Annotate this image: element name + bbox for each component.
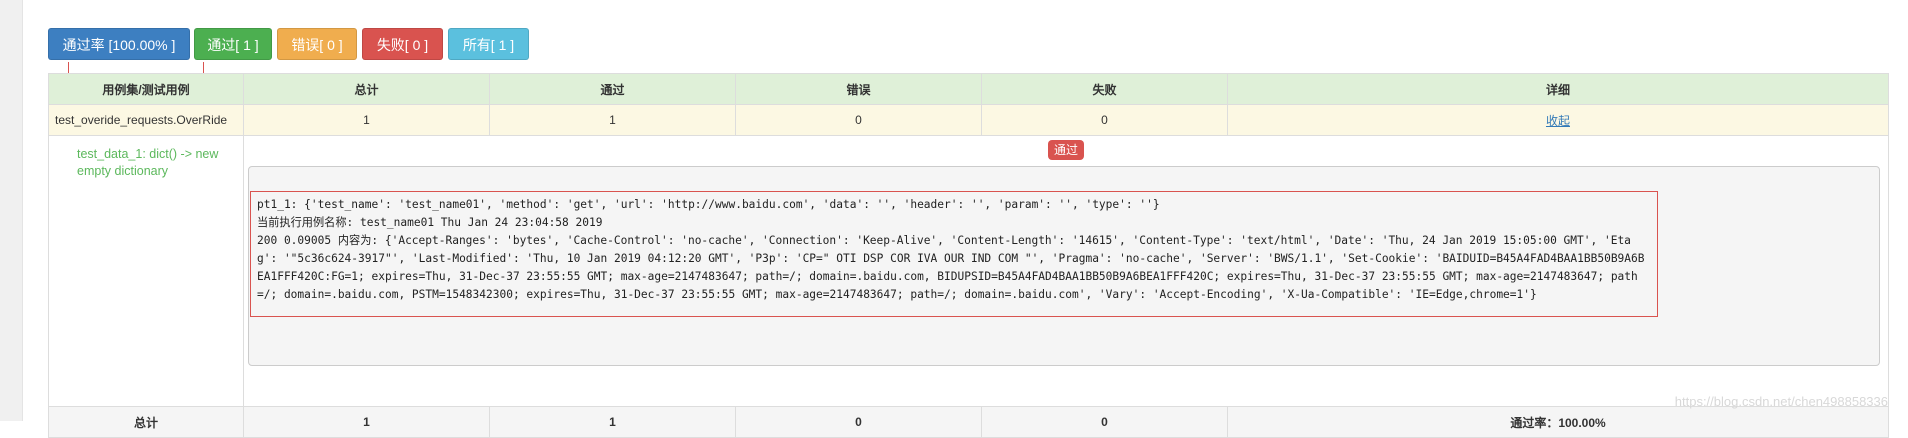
column-header: 总计 bbox=[243, 73, 490, 105]
log-line: 200 0.09005 内容为: {'Accept-Ranges': 'byte… bbox=[257, 234, 1645, 301]
suite-row: test_overide_requests.OverRide 1 1 0 0 收… bbox=[48, 104, 1889, 136]
left-margin-bar bbox=[0, 0, 23, 421]
total-fail: 0 bbox=[981, 406, 1228, 438]
suite-detail: 收起 bbox=[1227, 104, 1889, 136]
error-filter-button[interactable]: 错误[ 0 ] bbox=[277, 28, 357, 60]
column-header: 通过 bbox=[489, 73, 736, 105]
suite-fail: 0 bbox=[981, 104, 1228, 136]
watermark: https://blog.csdn.net/chen498858336 bbox=[1674, 394, 1888, 409]
passed-filter-button[interactable]: 通过[ 1 ] bbox=[194, 28, 272, 60]
column-header: 错误 bbox=[735, 73, 982, 105]
all-filter-button[interactable]: 所有[ 1 ] bbox=[448, 28, 529, 60]
collapse-link[interactable]: 收起 bbox=[1546, 114, 1570, 128]
column-header: 用例集/测试用例 bbox=[48, 73, 244, 105]
results-table: 用例集/测试用例 总计 通过 错误 失败 详细 test_overide_req… bbox=[48, 73, 1889, 438]
case-detail-cell: 通过 pt1_1: {'test_name': 'test_name01', '… bbox=[243, 135, 1889, 407]
failed-filter-button[interactable]: 失败[ 0 ] bbox=[362, 28, 443, 60]
status-badge[interactable]: 通过 bbox=[1047, 140, 1084, 160]
total-error: 0 bbox=[735, 406, 982, 438]
pass-rate-button[interactable]: 通过率 [100.00% ] bbox=[48, 28, 190, 60]
suite-name: test_overide_requests.OverRide bbox=[48, 104, 244, 136]
suite-error: 0 bbox=[735, 104, 982, 136]
suite-pass: 1 bbox=[489, 104, 736, 136]
total-count: 1 bbox=[243, 406, 490, 438]
column-header: 详细 bbox=[1227, 73, 1889, 105]
log-output: pt1_1: {'test_name': 'test_name01', 'met… bbox=[250, 191, 1658, 317]
table-header-row: 用例集/测试用例 总计 通过 错误 失败 详细 bbox=[48, 73, 1889, 105]
total-pass-rate: 通过率：100.00% bbox=[1227, 406, 1889, 438]
case-row: test_data_1: dict() -> new empty diction… bbox=[48, 135, 1889, 407]
log-line: 当前执行用例名称: test_name01 Thu Jan 24 23:04:5… bbox=[257, 216, 603, 229]
case-name: test_data_1: dict() -> new empty diction… bbox=[48, 135, 244, 407]
column-header: 失败 bbox=[981, 73, 1228, 105]
total-label: 总计 bbox=[48, 406, 244, 438]
total-row: 总计 1 1 0 0 通过率：100.00% bbox=[48, 406, 1889, 438]
suite-total: 1 bbox=[243, 104, 490, 136]
log-line: pt1_1: {'test_name': 'test_name01', 'met… bbox=[257, 198, 1160, 211]
total-pass: 1 bbox=[489, 406, 736, 438]
log-panel: pt1_1: {'test_name': 'test_name01', 'met… bbox=[248, 166, 1880, 366]
